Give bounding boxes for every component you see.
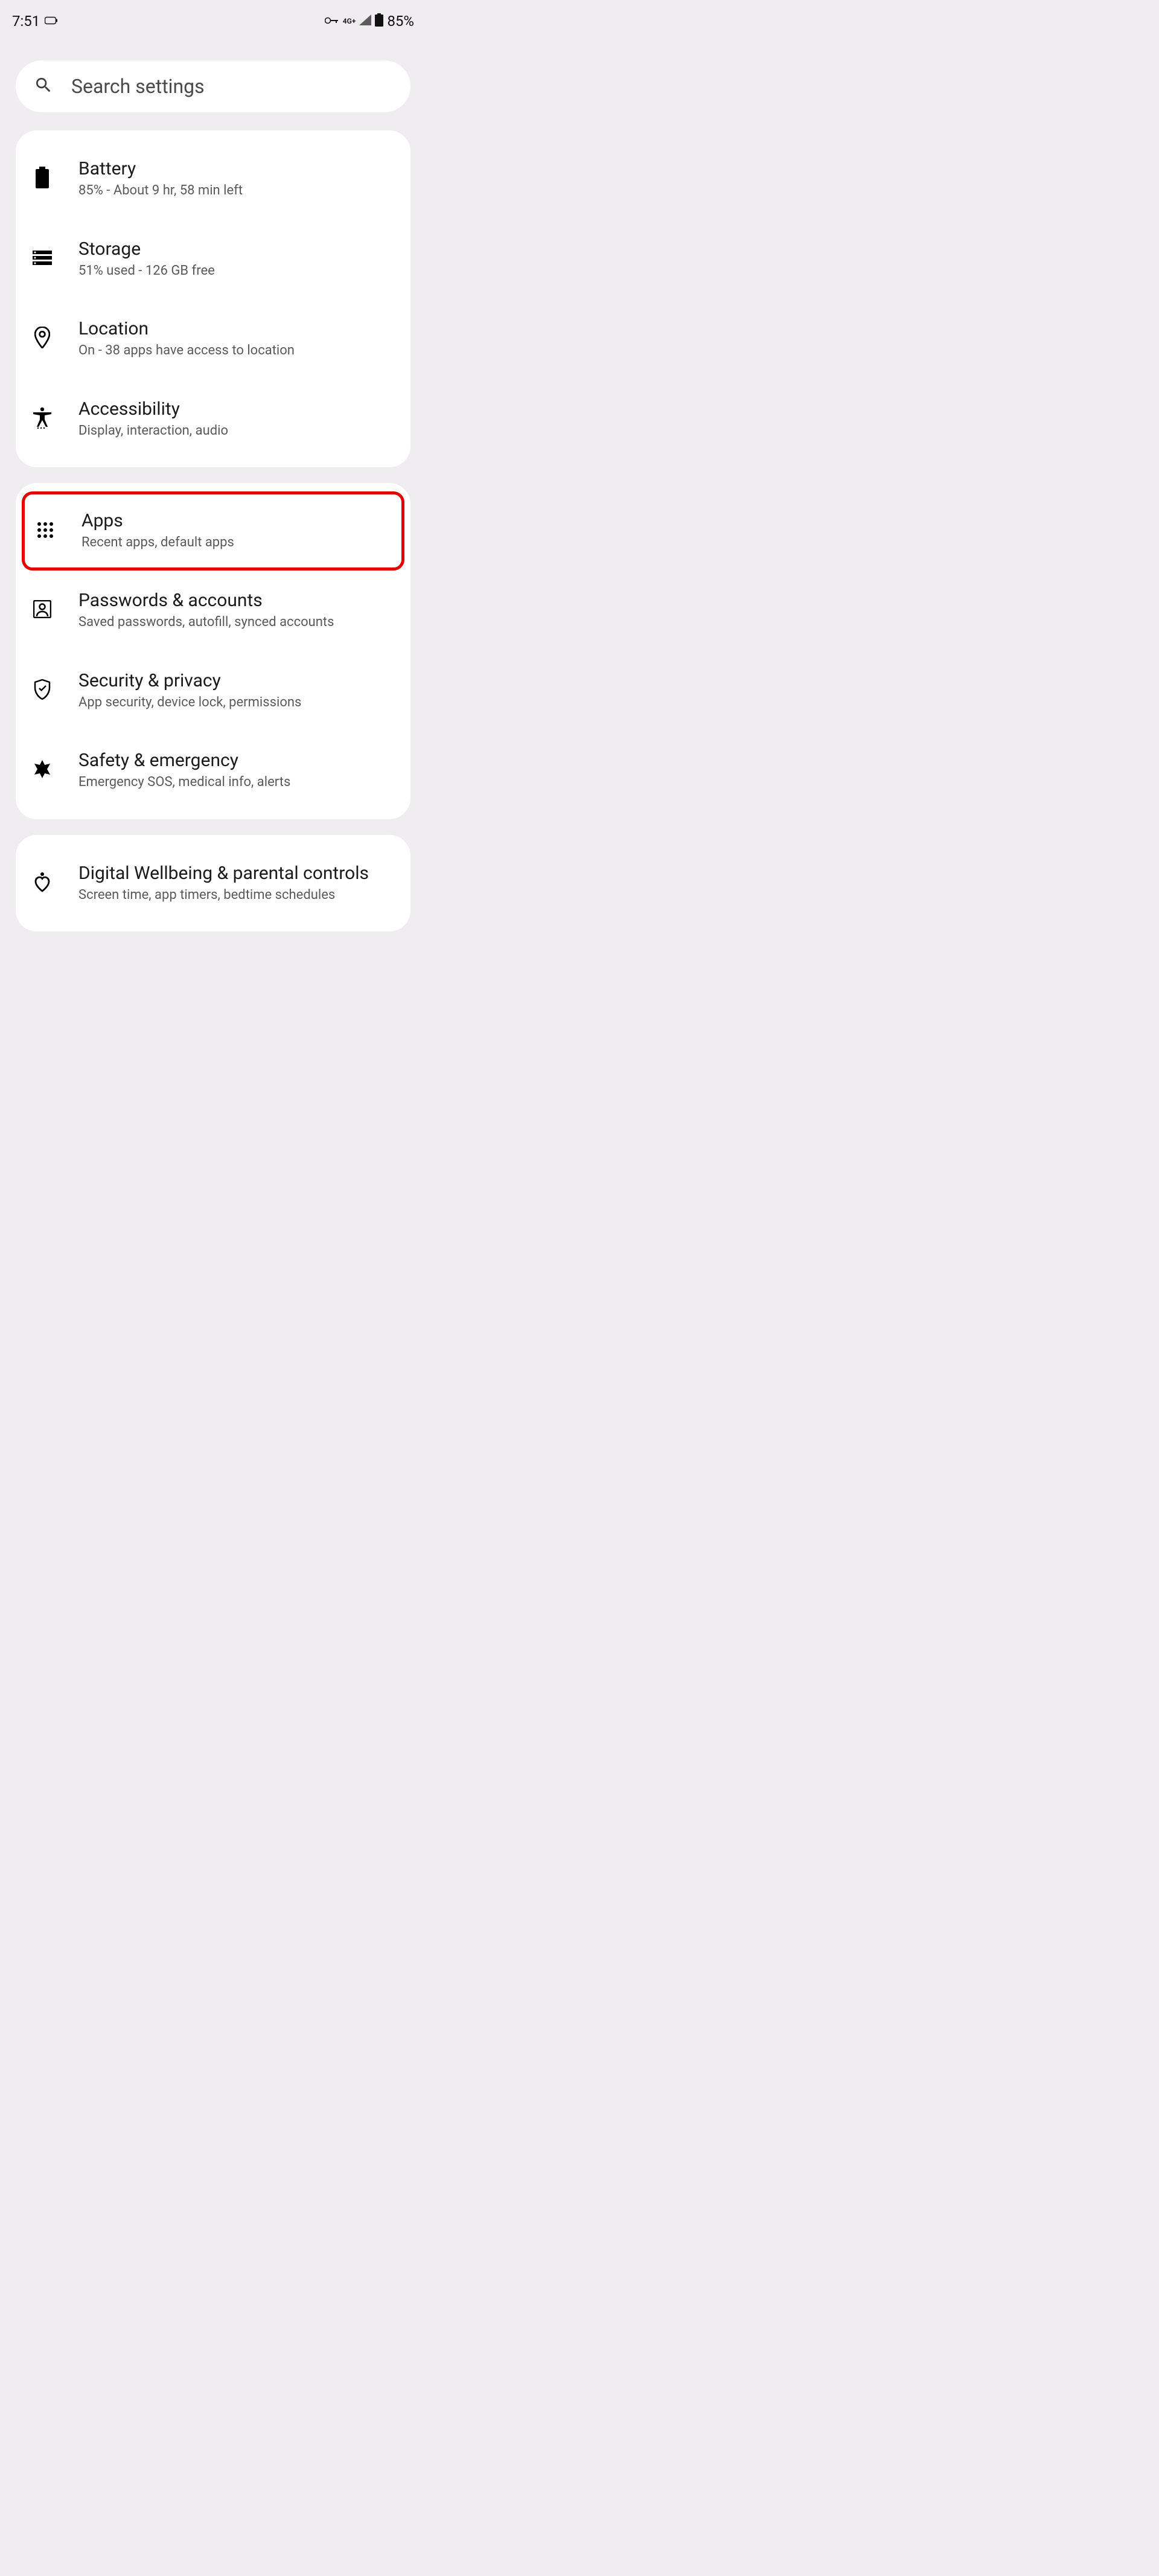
row-passwords-accounts[interactable]: Passwords & accounts Saved passwords, au…	[16, 570, 410, 651]
title: Security & privacy	[78, 670, 301, 692]
apps-icon	[37, 522, 54, 541]
settings-group-2: Apps Recent apps, default apps Passwords…	[16, 483, 410, 819]
search-settings[interactable]: Search settings	[16, 60, 410, 112]
battery-status-icon	[375, 13, 383, 29]
row-wellbeing-text: Digital Wellbeing & parental controls Sc…	[78, 863, 369, 904]
row-safety-text: Safety & emergency Emergency SOS, medica…	[78, 750, 290, 791]
subtitle: 85% - About 9 hr, 58 min left	[78, 182, 243, 200]
clock: 7:51	[12, 13, 40, 30]
settings-group-3: Digital Wellbeing & parental controls Sc…	[16, 835, 410, 932]
subtitle: Saved passwords, autofill, synced accoun…	[78, 614, 334, 631]
accounts-icon	[33, 600, 51, 621]
title: Safety & emergency	[78, 750, 290, 772]
row-accessibility-text: Accessibility Display, interaction, audi…	[78, 398, 228, 440]
row-apps-text: Apps Recent apps, default apps	[81, 510, 234, 552]
subtitle: Emergency SOS, medical info, alerts	[78, 774, 290, 791]
row-storage-text: Storage 51% used - 126 GB free	[78, 238, 215, 280]
title: Passwords & accounts	[78, 590, 334, 612]
search-placeholder: Search settings	[71, 75, 205, 98]
subtitle: On - 38 apps have access to location	[78, 342, 295, 360]
search-icon	[34, 75, 53, 97]
row-location-text: Location On - 38 apps have access to loc…	[78, 318, 295, 360]
subtitle: Recent apps, default apps	[81, 534, 234, 552]
row-apps[interactable]: Apps Recent apps, default apps	[22, 491, 404, 570]
signal-icon	[359, 14, 371, 28]
row-accessibility[interactable]: Accessibility Display, interaction, audi…	[16, 379, 410, 459]
subtitle: Screen time, app timers, bedtime schedul…	[78, 887, 369, 904]
key-icon	[325, 16, 339, 27]
title: Apps	[81, 510, 234, 532]
row-security-text: Security & privacy App security, device …	[78, 670, 301, 712]
status-left: 7:51	[12, 13, 58, 30]
battery-percent: 85%	[387, 13, 414, 30]
row-security-privacy[interactable]: Security & privacy App security, device …	[16, 651, 410, 731]
title: Location	[78, 318, 295, 340]
row-safety-emergency[interactable]: Safety & emergency Emergency SOS, medica…	[16, 730, 410, 811]
location-icon	[34, 327, 50, 351]
row-digital-wellbeing[interactable]: Digital Wellbeing & parental controls Sc…	[16, 843, 410, 924]
battery-icon	[36, 167, 49, 191]
status-bar: 7:51 4G+ 85%	[0, 0, 426, 42]
title: Storage	[78, 238, 215, 260]
status-right: 4G+ 85%	[325, 13, 414, 30]
network-type: 4G+	[343, 17, 356, 25]
row-battery[interactable]: Battery 85% - About 9 hr, 58 min left	[16, 139, 410, 219]
wellbeing-icon	[34, 872, 50, 895]
title: Digital Wellbeing & parental controls	[78, 863, 369, 884]
row-passwords-text: Passwords & accounts Saved passwords, au…	[78, 590, 334, 631]
subtitle: Display, interaction, audio	[78, 423, 228, 440]
row-battery-text: Battery 85% - About 9 hr, 58 min left	[78, 158, 243, 200]
title: Accessibility	[78, 398, 228, 420]
settings-group-1: Battery 85% - About 9 hr, 58 min left St…	[16, 130, 410, 467]
storage-icon	[33, 251, 52, 267]
row-storage[interactable]: Storage 51% used - 126 GB free	[16, 219, 410, 299]
subtitle: App security, device lock, permissions	[78, 694, 301, 712]
battery-small-icon	[45, 16, 58, 27]
row-location[interactable]: Location On - 38 apps have access to loc…	[16, 299, 410, 379]
title: Battery	[78, 158, 243, 180]
subtitle: 51% used - 126 GB free	[78, 263, 215, 280]
accessibility-icon	[33, 407, 51, 431]
security-icon	[34, 679, 51, 702]
emergency-icon	[33, 760, 51, 781]
